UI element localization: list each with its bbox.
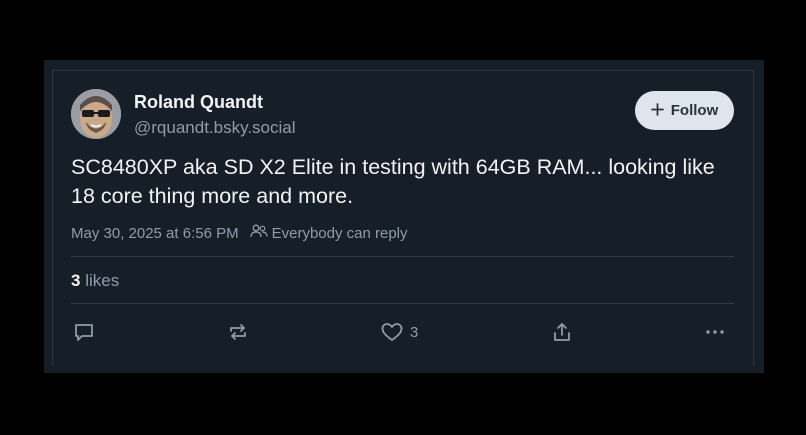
author-handle[interactable]: @rquandt.bsky.social xyxy=(134,118,296,138)
likes-number: 3 xyxy=(71,271,81,290)
follow-label: Follow xyxy=(670,102,719,119)
reply-setting[interactable]: Everybody can reply xyxy=(249,224,408,242)
divider xyxy=(71,303,734,304)
likes-count[interactable]: 3 likes xyxy=(71,271,119,291)
more-options-button[interactable] xyxy=(704,318,726,346)
share-icon xyxy=(551,321,573,343)
avatar[interactable] xyxy=(71,89,121,139)
post-text: SC8480XP aka SD X2 Elite in testing with… xyxy=(71,155,715,208)
plus-icon xyxy=(650,100,664,120)
more-icon xyxy=(704,321,726,343)
follow-button[interactable]: Follow xyxy=(635,91,734,130)
heart-icon xyxy=(380,321,404,343)
repost-icon xyxy=(227,321,249,343)
repost-button[interactable] xyxy=(227,318,249,346)
divider xyxy=(71,256,734,257)
post-card: Roland Quandt @rquandt.bsky.social Follo… xyxy=(44,60,764,373)
post-timestamp[interactable]: May 30, 2025 at 6:56 PM xyxy=(71,225,239,242)
share-button[interactable] xyxy=(551,318,573,346)
post-meta: May 30, 2025 at 6:56 PM Everybody can re… xyxy=(71,224,408,242)
likes-label: likes xyxy=(85,271,120,290)
author-name[interactable]: Roland Quandt xyxy=(134,92,263,113)
reply-setting-label: Everybody can reply xyxy=(271,224,408,242)
reply-icon xyxy=(73,321,95,343)
people-icon xyxy=(249,224,268,242)
like-button[interactable]: 3 xyxy=(380,318,418,346)
avatar-image xyxy=(71,89,121,139)
like-count: 3 xyxy=(410,323,419,341)
reply-button[interactable] xyxy=(73,318,95,346)
